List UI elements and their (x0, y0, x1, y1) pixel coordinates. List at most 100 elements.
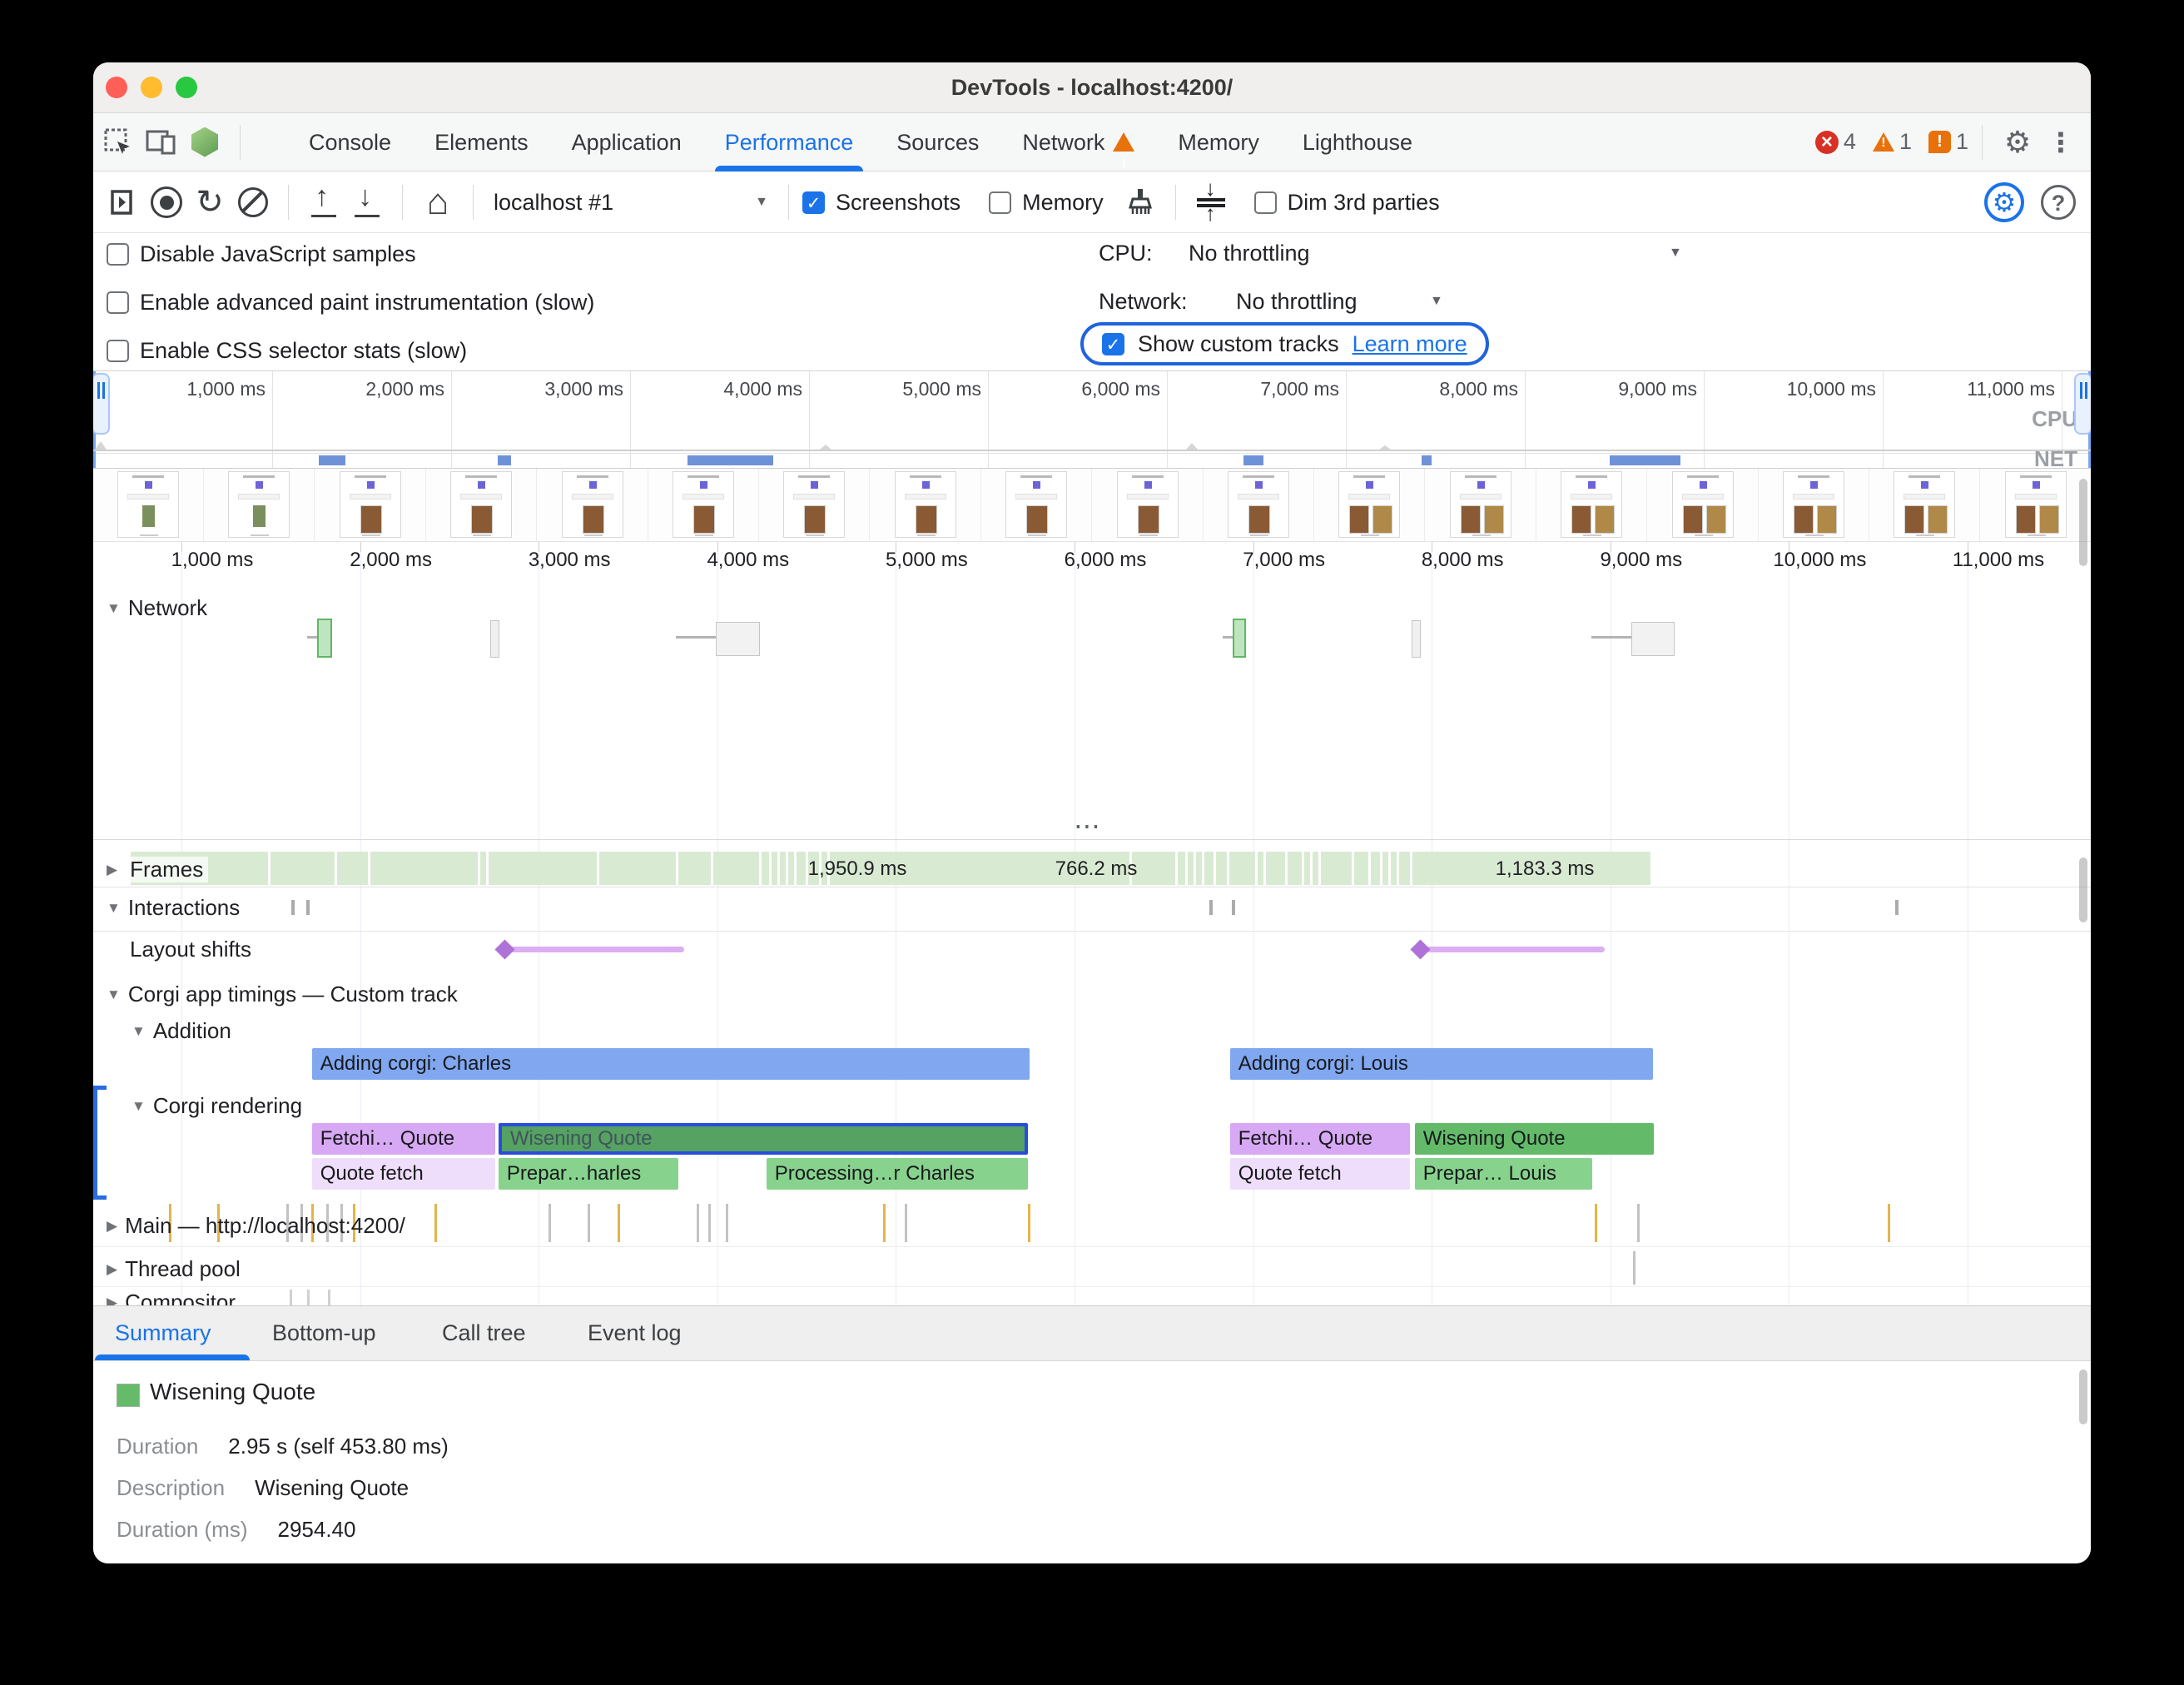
layout-shift-marker[interactable] (494, 939, 514, 959)
network-request-bar[interactable] (716, 622, 760, 656)
tab-application[interactable]: Application (550, 113, 703, 171)
issues-badge[interactable]: ! 1 (1928, 129, 1968, 155)
track-main-thread[interactable]: ▶ Main — http://localhost:4200/ (107, 1213, 405, 1239)
interaction-marker[interactable] (306, 900, 310, 915)
flame-bar[interactable]: Fetchi… Quote (312, 1123, 495, 1155)
timeline-pane[interactable]: ▼ Network ⋯ ▶ Frames ▼ Interactions Layo… (93, 542, 2091, 1305)
network-request-bar[interactable] (1233, 619, 1246, 658)
cpu-throttle-value[interactable]: No throttling (1189, 241, 1310, 266)
track-partial-clipped[interactable]: ▶ Compositor (107, 1290, 236, 1305)
memory-checkbox[interactable]: Memory (989, 190, 1104, 216)
flame-bar[interactable]: Processing…r Charles (767, 1158, 1028, 1190)
tab-event-log[interactable]: Event log (588, 1306, 682, 1361)
filmstrip-frame[interactable] (1093, 469, 1204, 541)
track-layout-shifts[interactable]: Layout shifts (130, 937, 251, 962)
capture-settings-gear-icon[interactable]: ⚙ (1984, 182, 2024, 222)
filmstrip-frame[interactable] (538, 469, 648, 541)
tab-call-tree[interactable]: Call tree (442, 1306, 526, 1361)
tab-console[interactable]: Console (287, 113, 413, 171)
window-titlebar[interactable]: DevTools - localhost:4200/ (93, 62, 2091, 113)
filmstrip-frame[interactable] (315, 469, 426, 541)
filmstrip-frame[interactable] (204, 469, 315, 541)
show-custom-tracks-highlight[interactable]: ✓ Show custom tracks Learn more (1080, 322, 1489, 365)
network-throttle-value[interactable]: No throttling (1236, 289, 1358, 315)
home-icon[interactable]: ⌂ (419, 184, 456, 221)
filmstrip-frame[interactable] (1869, 469, 1980, 541)
filmstrip-frame[interactable] (1426, 469, 1536, 541)
tab-performance[interactable]: Performance (703, 113, 876, 171)
flame-bar[interactable]: Prepar… Louis (1415, 1158, 1593, 1190)
dim-3rd-parties-checkbox[interactable]: Dim 3rd parties (1254, 190, 1440, 216)
tab-elements[interactable]: Elements (413, 113, 550, 171)
advanced-paint-checkbox[interactable]: Enable advanced paint instrumentation (s… (107, 286, 594, 319)
scrollbar-thumb[interactable] (2079, 479, 2087, 566)
triangle-down-icon[interactable]: ▼ (132, 1098, 146, 1115)
triangle-down-icon[interactable]: ▼ (132, 1023, 146, 1040)
layout-shift-marker[interactable] (1410, 939, 1430, 959)
flame-bar[interactable]: Adding corgi: Louis (1230, 1048, 1654, 1080)
filmstrip-frame[interactable] (93, 469, 204, 541)
collapse-sections-icon[interactable]: ↓ ↑ (1193, 184, 1229, 221)
tab-lighthouse[interactable]: Lighthouse (1281, 113, 1434, 171)
filmstrip-frame[interactable] (1204, 469, 1314, 541)
track-interactions[interactable]: ▼ Interactions (107, 895, 240, 921)
filmstrip-frame[interactable] (648, 469, 759, 541)
overview-left-handle[interactable] (93, 373, 110, 435)
flame-bar[interactable]: Wisening Quote (499, 1123, 1028, 1155)
filmstrip-frame[interactable] (1536, 469, 1647, 541)
error-badge[interactable]: × 4 (1815, 129, 1856, 155)
chevron-down-icon[interactable]: ▼ (1669, 246, 1682, 261)
flame-bar[interactable]: Quote fetch (312, 1158, 495, 1190)
filmstrip-frame[interactable] (1759, 469, 1869, 541)
triangle-down-icon[interactable]: ▼ (107, 600, 121, 617)
learn-more-link[interactable]: Learn more (1353, 331, 1467, 357)
triangle-right-icon[interactable]: ▶ (107, 1218, 117, 1235)
filmstrip-frame[interactable] (871, 469, 981, 541)
scrollbar-thumb[interactable] (2079, 1369, 2087, 1424)
settings-gear-icon[interactable]: ⚙ (1999, 124, 2036, 161)
filmstrip-frame[interactable] (759, 469, 870, 541)
interaction-marker[interactable] (1209, 900, 1213, 915)
collect-garbage-icon[interactable] (1122, 184, 1159, 221)
triangle-down-icon[interactable]: ▼ (107, 900, 121, 917)
help-icon[interactable]: ? (2041, 185, 2076, 220)
flame-bar[interactable]: Quote fetch (1230, 1158, 1411, 1190)
overview-strip[interactable]: CPU NET 1,000 ms2,000 ms3,000 ms4,000 ms… (93, 371, 2091, 469)
filmstrip-frame[interactable] (1314, 469, 1425, 541)
flame-bar[interactable]: Fetchi… Quote (1230, 1123, 1411, 1155)
interaction-marker[interactable] (1232, 900, 1235, 915)
track-custom-corgi[interactable]: ▼ Corgi app timings — Custom track (107, 982, 458, 1007)
tab-bottom-up[interactable]: Bottom-up (272, 1306, 376, 1361)
record-icon[interactable] (148, 184, 185, 221)
interaction-marker[interactable] (291, 900, 295, 915)
triangle-down-icon[interactable]: ▼ (107, 987, 121, 1003)
triangle-right-icon[interactable]: ▶ (107, 862, 117, 878)
track-network[interactable]: ▼ Network (107, 595, 207, 621)
flame-bar[interactable]: Prepar…harles (499, 1158, 678, 1190)
chevron-down-icon[interactable]: ▼ (1430, 294, 1443, 309)
track-thread-pool[interactable]: ▶ Thread pool (107, 1256, 241, 1282)
kebab-menu-icon[interactable]: ⋮ (2043, 124, 2079, 161)
network-request-bar[interactable] (490, 620, 499, 658)
reload-and-record-icon[interactable]: ↻ (191, 184, 228, 221)
network-request-bar[interactable] (1412, 620, 1421, 658)
history-select[interactable]: localhost #1 ▼ (494, 190, 768, 216)
overview-right-handle[interactable] (2074, 373, 2091, 435)
group-addition[interactable]: ▼ Addition (132, 1018, 231, 1044)
screenshots-checkbox[interactable]: ✓ Screenshots (802, 190, 960, 216)
toggle-sidebar-icon[interactable] (105, 184, 141, 221)
filmstrip-frame[interactable] (1981, 469, 2091, 541)
disable-js-samples-checkbox[interactable]: Disable JavaScript samples (107, 237, 416, 271)
pane-resize-ellipsis[interactable]: ⋯ (1074, 810, 1103, 842)
upload-profile-icon[interactable]: ↑ (305, 184, 342, 221)
interaction-marker[interactable] (1895, 900, 1899, 915)
filmstrip-frame[interactable] (426, 469, 537, 541)
tab-summary[interactable]: Summary (115, 1306, 211, 1361)
network-request-bar[interactable] (1631, 622, 1675, 656)
flame-bar[interactable]: Wisening Quote (1415, 1123, 1655, 1155)
track-frames[interactable]: ▶ Frames (107, 857, 208, 882)
tab-network[interactable]: Network ! (1000, 113, 1156, 171)
tab-sources[interactable]: Sources (875, 113, 1000, 171)
group-corgi-rendering[interactable]: ▼ Corgi rendering (132, 1093, 302, 1119)
flame-bar[interactable]: Adding corgi: Charles (312, 1048, 1030, 1080)
